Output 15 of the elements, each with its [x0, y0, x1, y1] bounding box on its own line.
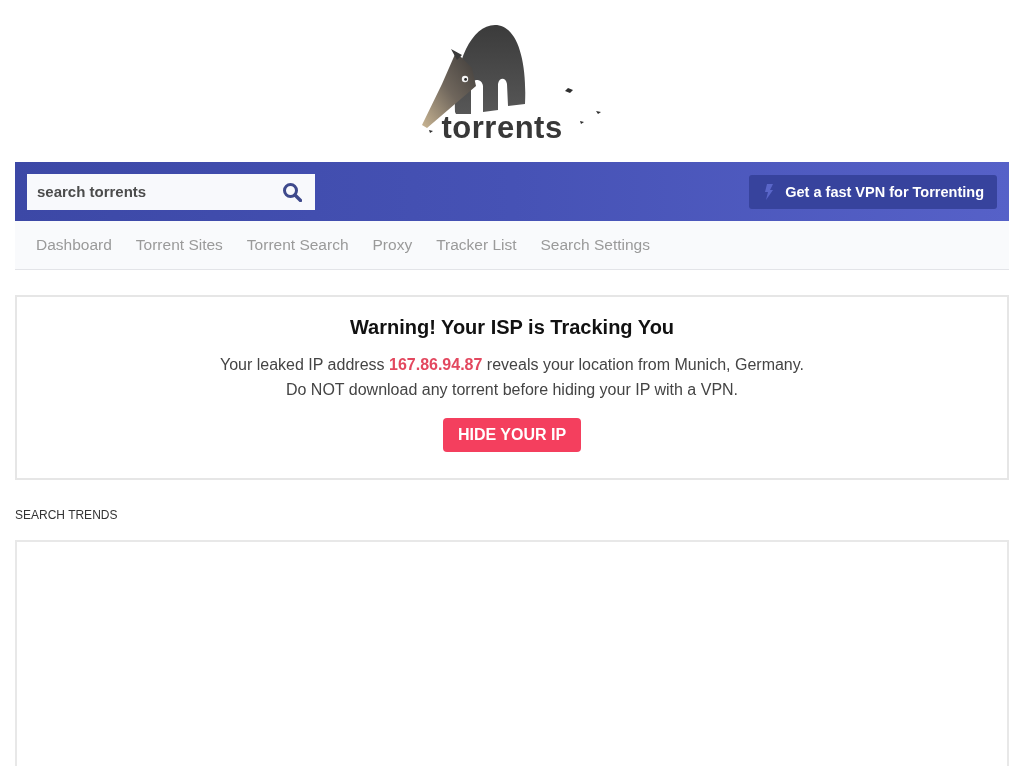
nav-link[interactable]: Dashboard [36, 236, 112, 254]
logo-wordmark[interactable]: torrents [441, 113, 563, 143]
nav-link[interactable]: Proxy [372, 236, 413, 254]
section-heading: SEARCH TRENDS [15, 508, 119, 522]
warning-title: Warning! Your ISP is Tracking You [348, 315, 676, 339]
nav-link[interactable]: Tracker List [436, 236, 517, 254]
lightning-bolt-icon [763, 183, 774, 200]
warning-text: Do NOT download any torrent before hiding your IP with a VPN. [284, 380, 740, 400]
nav-link[interactable]: Search Settings [540, 236, 650, 254]
search-field[interactable]: search torrents [27, 173, 315, 210]
nav-link[interactable]: Torrent Search [246, 236, 349, 254]
vpn-button[interactable]: Get a fast VPN for Torrenting [749, 174, 997, 209]
nav-link[interactable]: Torrent Sites [135, 236, 223, 254]
warning-text: Your leaked IP address 167.86.94.87 reveals your location from Munich, Germany. [218, 355, 805, 375]
hide-ip-button[interactable]: HIDE YOUR IP [442, 418, 582, 452]
